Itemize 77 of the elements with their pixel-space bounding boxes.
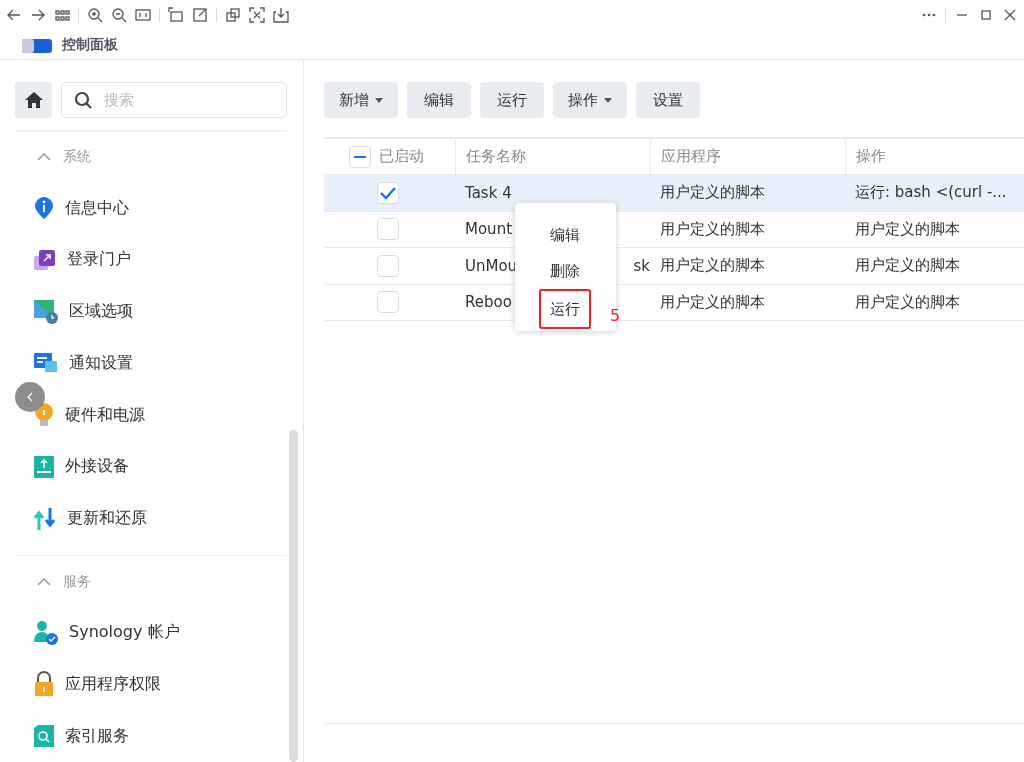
sidebar-item[interactable]: 硬件和电源 bbox=[65, 404, 145, 426]
collapse-button[interactable] bbox=[15, 382, 45, 412]
home-button[interactable] bbox=[15, 82, 52, 118]
sidebar-item[interactable]: 信息中心 bbox=[65, 197, 129, 219]
column-header: 操作 bbox=[845, 139, 1024, 174]
chevron-up-icon[interactable] bbox=[37, 577, 51, 586]
table-cell: sk bbox=[633, 256, 650, 275]
toolbar-button[interactable]: 新增 bbox=[324, 82, 398, 118]
edit-icon[interactable] bbox=[192, 7, 208, 23]
download-icon[interactable] bbox=[273, 7, 289, 23]
zoom-in-icon[interactable] bbox=[87, 7, 103, 23]
upload-device-icon bbox=[33, 454, 55, 479]
check-icon bbox=[380, 185, 396, 200]
table-cell: Task 4 bbox=[465, 183, 512, 202]
close-icon[interactable] bbox=[1002, 7, 1018, 23]
table-cell-text: 用户定义的脚本 bbox=[854, 292, 961, 312]
actual-size-icon[interactable] bbox=[135, 7, 151, 23]
sidebar-item[interactable]: 索引服务 bbox=[65, 725, 129, 747]
minus-icon bbox=[354, 155, 366, 158]
grid-icon[interactable] bbox=[54, 7, 70, 23]
section-title: 系统 bbox=[63, 148, 91, 167]
portal-icon bbox=[33, 247, 57, 272]
sidebar-item[interactable]: 登录门户 bbox=[67, 249, 131, 271]
user-check-icon bbox=[33, 619, 59, 646]
toolbar-button[interactable]: 编辑 bbox=[407, 82, 471, 118]
info-pin-icon bbox=[33, 196, 55, 221]
column-header: 应用程序 bbox=[650, 139, 845, 174]
search-field[interactable]: 搜索 bbox=[61, 82, 287, 118]
table-cell-text: 用户定义的脚本 bbox=[659, 183, 766, 203]
toolbar-button[interactable]: 运行 bbox=[480, 82, 544, 118]
row-checkbox[interactable] bbox=[377, 254, 399, 277]
sidebar-item[interactable]: 外接设备 bbox=[65, 456, 129, 478]
step-number: 5 bbox=[610, 306, 621, 325]
rotate-icon[interactable] bbox=[168, 7, 184, 23]
column-header: 已启动 bbox=[379, 147, 424, 166]
column-header: 任务名称 bbox=[455, 139, 650, 174]
sidebar-item[interactable]: 通知设置 bbox=[69, 352, 133, 374]
table-cell-text: 用户定义的脚本 bbox=[659, 219, 766, 239]
fit-screen-icon[interactable] bbox=[249, 7, 265, 23]
home-icon bbox=[24, 92, 43, 108]
menu-item[interactable]: 删除 bbox=[538, 253, 591, 289]
map-clock-icon bbox=[33, 298, 59, 325]
table-cell-text: 用户定义的脚本 bbox=[659, 292, 766, 312]
table-cell-text: 运行: bash <(curl -... bbox=[854, 183, 1008, 203]
menu-item[interactable]: 编辑 bbox=[538, 217, 591, 253]
back-arrow-icon[interactable] bbox=[6, 7, 22, 23]
table-cell: UnMou bbox=[465, 256, 518, 275]
control-panel-icon bbox=[22, 36, 52, 53]
forward-arrow-icon[interactable] bbox=[30, 7, 46, 23]
toolbar-button[interactable]: 操作 bbox=[553, 82, 627, 118]
search-icon bbox=[74, 91, 92, 109]
search-document-icon bbox=[33, 724, 55, 749]
row-checkbox[interactable] bbox=[377, 181, 399, 204]
menu-item[interactable]: 运行 bbox=[538, 289, 591, 329]
table-cell: Mount bbox=[465, 220, 512, 239]
chevron-left-icon bbox=[27, 392, 33, 402]
copy-icon[interactable] bbox=[225, 7, 241, 23]
table-cell: Reboo bbox=[465, 293, 512, 312]
section-title: 服务 bbox=[63, 572, 91, 591]
sidebar-item[interactable]: Synology 帐户 bbox=[69, 622, 180, 644]
scrollbar[interactable] bbox=[289, 430, 298, 762]
app-title: 控制面板 bbox=[62, 35, 118, 54]
lock-icon bbox=[33, 671, 55, 698]
sidebar-item[interactable]: 区域选项 bbox=[69, 301, 133, 323]
sidebar-item[interactable]: 应用程序权限 bbox=[65, 673, 161, 695]
zoom-out-icon[interactable] bbox=[111, 7, 127, 23]
table-cell-text: 用户定义的脚本 bbox=[854, 256, 961, 276]
toolbar-button[interactable]: 设置 bbox=[636, 82, 700, 118]
maximize-icon[interactable] bbox=[978, 7, 994, 23]
refresh-arrows-icon bbox=[33, 505, 57, 532]
row-checkbox[interactable] bbox=[377, 291, 399, 314]
table-cell-text: 用户定义的脚本 bbox=[854, 219, 961, 239]
chevron-up-icon[interactable] bbox=[37, 153, 51, 162]
header-checkbox[interactable] bbox=[349, 145, 371, 168]
row-checkbox[interactable] bbox=[377, 218, 399, 241]
sidebar-item[interactable]: 更新和还原 bbox=[67, 508, 147, 530]
table-cell-text: 用户定义的脚本 bbox=[659, 256, 766, 276]
